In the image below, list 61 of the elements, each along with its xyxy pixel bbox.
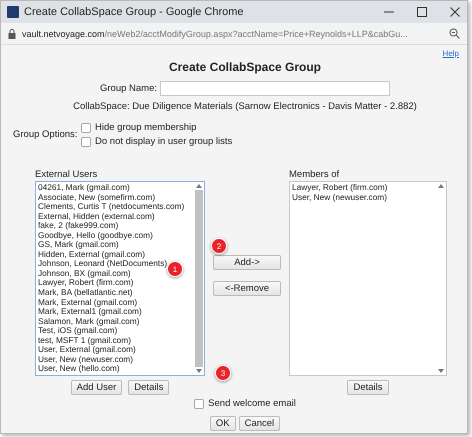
scrollbar[interactable] (194, 182, 204, 375)
checkbox-option[interactable]: Do not display in user group lists (81, 136, 455, 147)
scrollbar[interactable] (436, 182, 446, 375)
lock-icon (8, 28, 16, 38)
list-item[interactable]: Salamon, Mark (gmail.com) (38, 316, 140, 326)
checkbox-option[interactable]: Hide group membership (81, 122, 455, 133)
list-item[interactable]: User, External (gmail.com) (38, 345, 136, 355)
url-text: vault.netvoyage.com/neWeb2/acctModifyGroup.aspx?acctName=Price+Reynolds+LLP&cabGu... (22, 28, 409, 38)
list-item[interactable]: GS, Mark (gmail.com) (38, 240, 119, 250)
app-logo-icon (7, 6, 19, 18)
list-item[interactable]: Mark, External (gmail.com) (38, 298, 138, 308)
list-item[interactable]: External, Hidden (external.com) (38, 212, 155, 222)
help-link[interactable]: Help (442, 49, 459, 58)
list-item[interactable]: Test, iOS (gmail.com) (38, 326, 118, 336)
group-name-field[interactable] (160, 81, 390, 96)
list-item[interactable]: Mark, BA (bellatlantic.net) (38, 288, 133, 298)
page-heading: Create CollabSpace Group (168, 60, 322, 74)
callout-badge: 2 (211, 238, 227, 254)
move-button[interactable]: Add-> (213, 255, 281, 270)
address-bar[interactable]: vault.netvoyage.com/neWeb2/acctModifyGroup.aspx?acctName=Price+Reynolds+LLP&cabGu... (1, 23, 467, 45)
list-item[interactable]: User, New (newuser.com) (38, 354, 133, 364)
list-item[interactable]: 04261, Mark (gmail.com) (38, 183, 130, 193)
list-button[interactable]: Details (347, 380, 389, 395)
list-button[interactable]: Add User (70, 380, 122, 395)
list-label: Members of (289, 169, 340, 180)
field-label: Group Name: (100, 83, 158, 94)
list-item[interactable]: Lawyer, Robert (firm.com) (38, 278, 134, 288)
list-item[interactable]: Hidden, External (gmail.com) (38, 250, 145, 260)
list-item[interactable]: Lawyer, Robert (firm.com) (292, 183, 388, 193)
scroll-down-icon[interactable] (196, 369, 202, 373)
close-icon[interactable] (449, 6, 461, 18)
dialog-button[interactable]: OK (210, 416, 236, 431)
external-users-list[interactable] (35, 181, 205, 376)
scroll-up-icon[interactable] (196, 184, 202, 188)
callout-badge: 3 (215, 365, 231, 381)
dialog-button[interactable]: Cancel (238, 416, 280, 431)
scroll-down-icon[interactable] (438, 369, 444, 373)
move-button[interactable]: <-Remove (213, 281, 281, 296)
collabspace-info: CollabSpace: Due Diligence Materials (Sarnow Electronics - Davis Matter - 2.882) (72, 101, 418, 112)
list-item[interactable]: Johnson, Leonard (NetDocuments) (38, 259, 168, 269)
list-item[interactable]: Goodbye, Hello (goodbye.com) (38, 230, 153, 240)
list-item[interactable]: Associate, New (somefirm.com) (38, 192, 156, 202)
list-button[interactable]: Details (128, 380, 170, 395)
checkbox[interactable] (81, 136, 91, 146)
group-options-label: Group Options: (13, 129, 77, 140)
list-item[interactable]: Clements, Curtis T (netdocuments.com) (38, 202, 184, 212)
list-item[interactable]: fake, 2 (fake999.com) (38, 221, 118, 231)
window-title: Create CollabSpace Group - Google Chrome (24, 6, 245, 18)
members-list[interactable]: Lawyer, Robert (firm.com) User, New (newuser.com) (289, 181, 447, 376)
list-label: External Users (35, 169, 98, 180)
checkbox[interactable] (81, 122, 91, 132)
list-item[interactable]: User, New (newuser.com) (292, 192, 387, 202)
checkbox[interactable] (194, 398, 204, 408)
list-item[interactable]: test, MSFT 1 (gmail.com) (38, 336, 131, 346)
maximize-icon[interactable] (416, 6, 428, 18)
zoom-icon[interactable] (449, 28, 460, 39)
list-item[interactable]: Mark, External1 (gmail.com) (38, 307, 142, 317)
list-item[interactable]: User, New (hello.com) (38, 364, 120, 374)
list-item[interactable]: Johnson, BX (gmail.com) (38, 268, 131, 278)
scroll-up-icon[interactable] (438, 184, 444, 188)
checkbox-option[interactable]: Send welcome email (194, 398, 296, 409)
